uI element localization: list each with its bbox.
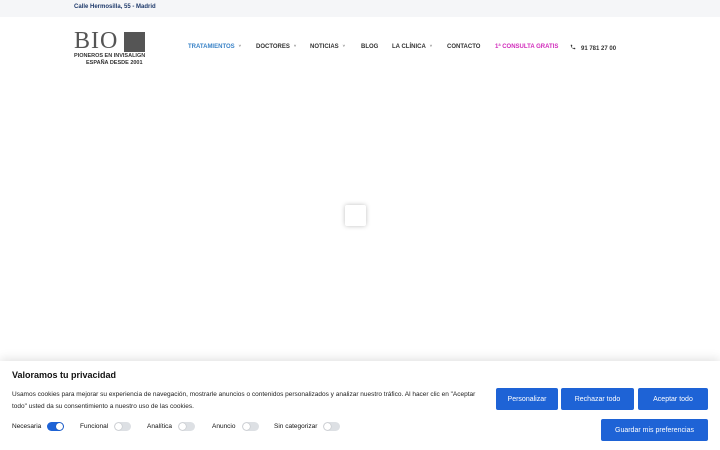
nav-item-tratamientos[interactable]: TRATAMIENTOS ˅ [188,43,242,50]
toggle-sin-categorizar[interactable]: Sin categorizar [274,422,341,431]
analitica-switch[interactable] [177,422,195,431]
logo-tagline-1: PIONEROS EN INVISALIGN [74,53,146,59]
necesaria-switch[interactable] [47,422,65,431]
anuncio-switch[interactable] [241,422,259,431]
funcional-switch[interactable] [114,422,132,431]
reject-all-button[interactable]: Rechazar todo [561,388,634,410]
site-header: BIO PIONEROS EN INVISALIGN ESPAÑA DESDE … [0,17,720,77]
cookie-consent-banner: Valoramos tu privacidad Usamos cookies p… [0,361,720,450]
phone-link[interactable]: 91 781 27 00 [570,44,616,52]
sin-categorizar-switch[interactable] [323,422,341,431]
top-info-bar: Calle Hermosilla, 55 - Madrid [0,0,720,17]
phone-number: 91 781 27 00 [581,46,617,52]
chevron-down-icon: ˅ [429,43,433,48]
logo-tagline-2: ESPAÑA DESDE 2001 [86,60,143,66]
toggle-funcional[interactable]: Funcional [80,422,132,431]
toggle-label: Funcional [80,423,109,430]
save-preferences-button[interactable]: Guardar mis preferencias [601,419,708,441]
logo-square-mark [124,32,145,52]
toggle-label: Sin categorizar [274,423,318,430]
nav-item-doctores[interactable]: DOCTORES ˅ [256,43,297,50]
chevron-down-icon: ˅ [293,43,297,48]
toggle-necesaria[interactable]: Necesaria [12,422,65,431]
toggle-anuncio[interactable]: Anuncio [212,422,259,431]
nav-item-contacto[interactable]: CONTACTO [447,44,480,50]
nav-item-la-clinica[interactable]: LA CLÍNICA ˅ [392,43,433,50]
nav-item-consulta-gratis[interactable]: 1ª CONSULTA GRATIS [495,44,558,50]
toggle-analitica[interactable]: Analítica [147,422,195,431]
customize-button[interactable]: Personalizar [496,388,558,410]
toggle-label: Necesaria [12,423,42,430]
phone-icon [570,44,576,50]
toggle-label: Analítica [147,423,172,430]
chevron-down-icon: ˅ [342,43,346,48]
page-loader [345,205,366,226]
toggle-label: Anuncio [212,423,236,430]
site-logo[interactable]: BIO PIONEROS EN INVISALIGN ESPAÑA DESDE … [74,28,156,66]
nav-item-blog[interactable]: BLOG [361,44,378,50]
cookie-description: Usamos cookies para mejorar su experienc… [12,391,476,410]
address-text: Calle Hermosilla, 55 - Madrid [74,4,156,10]
cookie-title: Valoramos tu privacidad [12,370,117,380]
accept-all-button[interactable]: Aceptar todo [638,388,708,410]
chevron-down-icon: ˅ [238,43,242,48]
logo-brand-text: BIO [74,28,119,54]
nav-item-noticias[interactable]: NOTICIAS ˅ [310,43,346,50]
